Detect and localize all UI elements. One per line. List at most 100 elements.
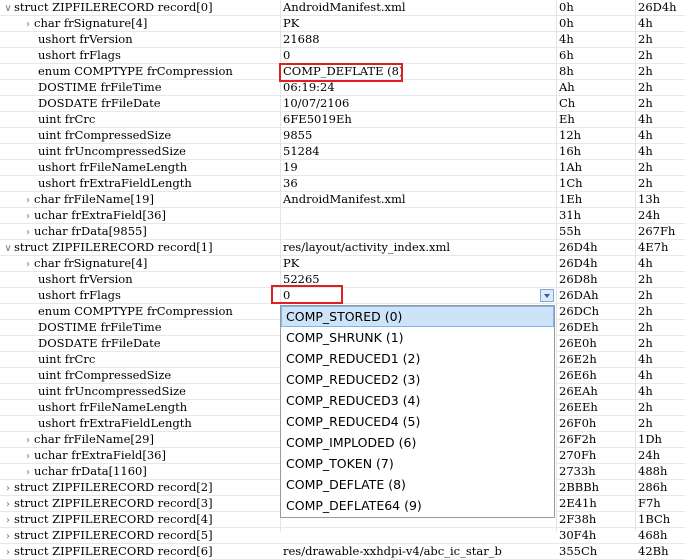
- compression-dropdown-list[interactable]: COMP_STORED (0) COMP_SHRUNK (1) COMP_REDUC…: [280, 305, 555, 518]
- chevron-down-icon[interactable]: ∨: [2, 241, 14, 255]
- value-cell[interactable]: 10/07/2106: [283, 96, 556, 111]
- size-cell: 1Dh: [638, 432, 662, 446]
- field-name: DOSDATE frFileDate: [38, 336, 161, 350]
- field-name: char frSignature[4]: [34, 256, 148, 270]
- size-cell: 26D4h: [638, 0, 677, 14]
- table-row[interactable]: › char frSignature[4] PK 0h 4h: [0, 16, 685, 32]
- size-cell: 2h: [638, 160, 653, 174]
- table-row[interactable]: › uchar frData[9855] 55h 267Fh: [0, 224, 685, 240]
- value-cell[interactable]: 21688: [283, 32, 556, 47]
- dropdown-arrow-icon[interactable]: [540, 289, 554, 302]
- value-cell[interactable]: res/drawable-xxhdpi-v4/abc_ic_star_b: [283, 544, 556, 559]
- dropdown-option[interactable]: COMP_STORED (0): [281, 306, 554, 327]
- table-row[interactable]: › char frSignature[4] PK 26D4h 4h: [0, 256, 685, 272]
- start-cell: 4h: [559, 32, 574, 46]
- dropdown-option[interactable]: COMP_DEFLATE64 (9): [281, 495, 554, 516]
- dropdown-option[interactable]: COMP_SHRUNK (1): [281, 327, 554, 348]
- value-cell[interactable]: [283, 528, 556, 543]
- chevron-right-icon[interactable]: ›: [2, 529, 14, 543]
- chevron-right-icon[interactable]: ›: [2, 545, 14, 559]
- size-cell: 2h: [638, 416, 653, 430]
- value-cell[interactable]: 06:19:24: [283, 80, 556, 95]
- table-row[interactable]: ushort frVersion 21688 4h 2h: [0, 32, 685, 48]
- field-name: ushort frVersion: [38, 272, 133, 286]
- table-row[interactable]: uint frUncompressedSize 51284 16h 4h: [0, 144, 685, 160]
- value-cell[interactable]: 36: [283, 176, 556, 191]
- value-cell[interactable]: res/layout/activity_index.xml: [283, 240, 556, 255]
- name-cell: ushort frVersion: [0, 32, 317, 47]
- size-cell: 2h: [638, 272, 653, 286]
- table-row[interactable]: DOSDATE frFileDate 10/07/2106 Ch 2h: [0, 96, 685, 112]
- name-cell: › struct ZIPFILERECORD record[3]: [0, 496, 281, 511]
- chevron-right-icon[interactable]: ›: [22, 225, 34, 239]
- dropdown-option[interactable]: COMP_IMPLODED (6): [281, 432, 554, 453]
- name-cell: ushort frFileNameLength: [0, 400, 317, 415]
- table-row[interactable]: ∨ struct ZIPFILERECORD record[0] AndroidMa…: [0, 0, 685, 16]
- chevron-right-icon[interactable]: ›: [2, 481, 14, 495]
- table-row[interactable]: › char frFileName[19] AndroidManifest.xml 1…: [0, 192, 685, 208]
- table-row[interactable]: ushort frExtraFieldLength 36 1Ch 2h: [0, 176, 685, 192]
- dropdown-option[interactable]: COMP_TOKEN (7): [281, 453, 554, 474]
- size-cell: 488h: [638, 464, 668, 478]
- name-cell: enum COMPTYPE frCompression: [0, 64, 317, 79]
- chevron-right-icon[interactable]: ›: [22, 257, 34, 271]
- chevron-right-icon[interactable]: ›: [22, 449, 34, 463]
- start-cell: 55h: [559, 224, 582, 238]
- chevron-down-icon[interactable]: ∨: [2, 1, 14, 15]
- start-cell: 26F2h: [559, 432, 597, 446]
- field-name: ushort frExtraFieldLength: [38, 176, 192, 190]
- value-cell[interactable]: AndroidManifest.xml: [283, 192, 556, 207]
- start-cell: 26DAh: [559, 288, 599, 302]
- value-cell[interactable]: 0: [283, 48, 556, 63]
- table-row[interactable]: ∨ struct ZIPFILERECORD record[1] res/layou…: [0, 240, 685, 256]
- value-cell[interactable]: 6FE5019Eh: [283, 112, 556, 127]
- table-row[interactable]: ushort frFlags 0 6h 2h: [0, 48, 685, 64]
- dropdown-option[interactable]: COMP_REDUCED2 (3): [281, 369, 554, 390]
- table-row[interactable]: › struct ZIPFILERECORD record[5] 30F4h 468h: [0, 528, 685, 544]
- chevron-right-icon[interactable]: ›: [22, 17, 34, 31]
- start-cell: 1Eh: [559, 192, 583, 206]
- chevron-right-icon[interactable]: ›: [2, 513, 14, 527]
- table-row[interactable]: DOSTIME frFileTime 06:19:24 Ah 2h: [0, 80, 685, 96]
- chevron-right-icon[interactable]: ›: [2, 497, 14, 511]
- name-cell: › char frSignature[4]: [0, 16, 301, 31]
- value-cell[interactable]: PK: [283, 16, 556, 31]
- start-cell: 30F4h: [559, 528, 597, 542]
- value-cell[interactable]: 51284: [283, 144, 556, 159]
- dropdown-option[interactable]: COMP_REDUCED4 (5): [281, 411, 554, 432]
- start-cell: 16h: [559, 144, 582, 158]
- table-row[interactable]: uint frCompressedSize 9855 12h 4h: [0, 128, 685, 144]
- value-cell[interactable]: 9855: [283, 128, 556, 143]
- field-name: uint frUncompressedSize: [38, 384, 186, 398]
- value-cell[interactable]: 19: [283, 160, 556, 175]
- field-name: ushort frFileNameLength: [38, 160, 188, 174]
- table-row[interactable]: › struct ZIPFILERECORD record[6] res/drawa…: [0, 544, 685, 560]
- dropdown-option[interactable]: COMP_DEFLATE (8): [281, 474, 554, 495]
- size-cell: 267Fh: [638, 224, 676, 238]
- table-row[interactable]: › uchar frExtraField[36] 31h 24h: [0, 208, 685, 224]
- dropdown-option[interactable]: COMP_REDUCED3 (4): [281, 390, 554, 411]
- field-name: struct ZIPFILERECORD record[0]: [14, 0, 213, 14]
- dropdown-option[interactable]: COMP_REDUCED1 (2): [281, 348, 554, 369]
- chevron-right-icon[interactable]: ›: [22, 193, 34, 207]
- field-name: uint frCompressedSize: [38, 128, 172, 142]
- start-cell: 1Ch: [559, 176, 583, 190]
- name-cell: uint frCrc: [0, 352, 317, 367]
- chevron-right-icon[interactable]: ›: [22, 433, 34, 447]
- size-cell: 286h: [638, 480, 668, 494]
- size-cell: 2h: [638, 288, 653, 302]
- table-row[interactable]: uint frCrc 6FE5019Eh Eh 4h: [0, 112, 685, 128]
- value-cell[interactable]: AndroidManifest.xml: [283, 0, 556, 15]
- field-name: uchar frData[9855]: [34, 224, 147, 238]
- size-cell: F7h: [638, 496, 661, 510]
- name-cell: ushort frExtraFieldLength: [0, 416, 317, 431]
- chevron-right-icon[interactable]: ›: [22, 465, 34, 479]
- value-cell[interactable]: PK: [283, 256, 556, 271]
- name-cell: ushort frVersion: [0, 272, 317, 287]
- field-name: ushort frFlags: [38, 288, 121, 302]
- size-cell: 4E7h: [638, 240, 669, 254]
- table-row[interactable]: ushort frFileNameLength 19 1Ah 2h: [0, 160, 685, 176]
- value-cell[interactable]: [283, 208, 556, 223]
- value-cell[interactable]: [283, 224, 556, 239]
- chevron-right-icon[interactable]: ›: [22, 209, 34, 223]
